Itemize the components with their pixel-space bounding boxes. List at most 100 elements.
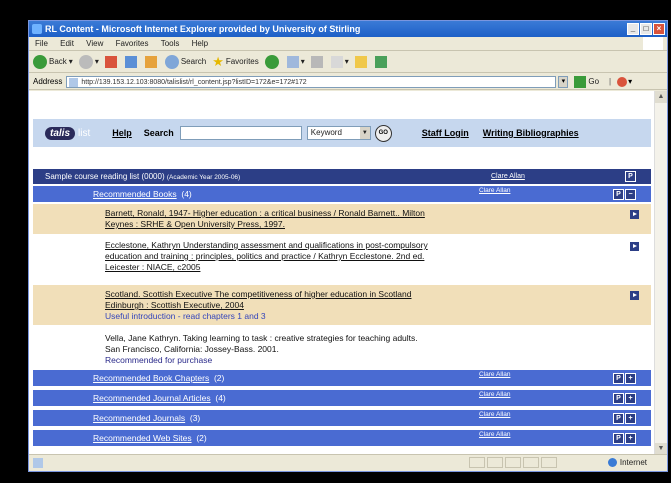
section-recommended-web-sites[interactable]: Recommended Web Sites (2) Clare Allan P … (33, 430, 651, 446)
item-citation-line: San Francisco, California: Jossey-Bass. … (105, 344, 279, 354)
menu-view[interactable]: View (86, 39, 103, 48)
page-status-icon (33, 458, 43, 468)
section-label[interactable]: Recommended Journal Articles (93, 393, 211, 403)
stop-icon (104, 55, 117, 68)
address-dropdown[interactable]: ▾ (558, 75, 569, 88)
section-count: (4) (215, 393, 226, 403)
help-link[interactable]: Help (112, 128, 132, 138)
close-button[interactable]: × (653, 23, 665, 35)
section-count: (3) (189, 413, 201, 423)
section-label[interactable]: Recommended Book Chapters (93, 373, 209, 383)
item-citation-line[interactable]: education and training : principles, pol… (105, 251, 424, 261)
menu-favorites[interactable]: Favorites (116, 39, 149, 48)
section-owner-link[interactable]: Clare Allan (479, 367, 510, 383)
minimize-button[interactable]: _ (627, 23, 639, 35)
section-owner-link[interactable]: Clare Allan (479, 407, 510, 423)
item-citation-line[interactable]: Leicester : NIACE, c2005 (105, 262, 200, 272)
section-count: (2) (213, 373, 225, 383)
section-owner-link[interactable]: Clare Allan (479, 427, 510, 443)
item-citation-line[interactable]: Edinburgh : Scottish Executive, 2004 (105, 300, 244, 310)
browser-window: RL Content - Microsoft Internet Explorer… (28, 20, 668, 472)
section-print-button[interactable]: P (613, 433, 624, 444)
section-label[interactable]: Recommended Web Sites (93, 433, 192, 443)
expand-button[interactable]: + (625, 373, 636, 384)
staff-login-link[interactable]: Staff Login (422, 128, 469, 138)
address-label: Address (33, 77, 63, 86)
item-note: Useful introduction - read chapters 1 an… (105, 311, 266, 321)
ie-icon (32, 24, 42, 34)
reading-list-header: Sample course reading list (0000) (Acade… (33, 169, 651, 184)
section-recommended-journal-articles[interactable]: Recommended Journal Articles (4) Clare A… (33, 390, 651, 406)
list-item: Ecclestone, Kathryn Understanding assess… (33, 236, 651, 276)
search-go-button[interactable]: GO (374, 124, 392, 142)
section-print-button[interactable]: P (613, 373, 624, 384)
section-print-button[interactable]: P (613, 189, 624, 200)
section-print-button[interactable]: P (613, 413, 624, 424)
search-button[interactable]: Search (164, 54, 206, 69)
section-recommended-book-chapters[interactable]: Recommended Book Chapters (2) Clare Alla… (33, 370, 651, 386)
zone-indicator: Internet (607, 455, 647, 471)
address-input[interactable]: http://139.153.12.103:8080/talislist/rl_… (66, 75, 557, 88)
forward-button[interactable]: ▾ (78, 54, 99, 69)
expand-button[interactable]: + (625, 393, 636, 404)
mail-button[interactable]: ▾ (286, 55, 305, 68)
item-citation-line[interactable]: Keynes : SRHE & Open University Press, 1… (105, 219, 285, 229)
section-count: (2) (196, 433, 207, 443)
messenger-icon (374, 55, 387, 68)
section-owner-link[interactable]: Clare Allan (479, 183, 510, 199)
list-owner-link[interactable]: Clare Allan (491, 169, 525, 184)
page-content: talis list Help Search Keyword ▼ GO Staf… (29, 91, 655, 455)
section-recommended-books[interactable]: Recommended Books (4) Clare Allan P − (33, 186, 651, 202)
maximize-button[interactable]: □ (640, 23, 652, 35)
item-citation-line[interactable]: Scotland. Scottish Executive The competi… (105, 289, 412, 299)
section-print-button[interactable]: P (613, 393, 624, 404)
stop-button[interactable] (104, 55, 119, 68)
history-button[interactable] (264, 54, 281, 69)
windows-logo-icon (643, 37, 663, 50)
status-bar: Internet (29, 454, 667, 471)
refresh-button[interactable] (124, 55, 139, 68)
scroll-up-icon[interactable]: ▲ (655, 91, 667, 103)
print-icon (310, 55, 323, 68)
list-year: (Academic Year 2005-06) (166, 174, 241, 181)
print-button[interactable] (310, 55, 325, 68)
title-bar: RL Content - Microsoft Internet Explorer… (29, 21, 667, 37)
expand-button[interactable]: + (625, 413, 636, 424)
list-item: Scotland. Scottish Executive The competi… (33, 285, 651, 325)
messenger-button[interactable] (374, 55, 389, 68)
search-type-select[interactable]: Keyword ▼ (306, 126, 371, 140)
menu-tools[interactable]: Tools (161, 39, 180, 48)
writing-bibliographies-link[interactable]: Writing Bibliographies (483, 128, 579, 138)
favorites-button[interactable]: ★ Favorites (212, 54, 259, 70)
links-icon[interactable] (617, 76, 628, 87)
menu-edit[interactable]: Edit (60, 39, 74, 48)
section-label[interactable]: Recommended Books (93, 189, 177, 199)
item-citation-line[interactable]: Ecclestone, Kathryn Understanding assess… (105, 240, 428, 250)
print-list-button[interactable]: P (625, 171, 636, 182)
item-play-icon[interactable] (630, 242, 639, 251)
item-play-icon[interactable] (630, 291, 639, 300)
talis-header: talis list Help Search Keyword ▼ GO Staf… (33, 119, 651, 147)
item-citation-line[interactable]: Barnett, Ronald, 1947- Higher education … (105, 208, 425, 218)
edit-button[interactable]: ▾ (330, 55, 349, 68)
home-button[interactable] (144, 55, 159, 68)
forward-arrow-icon (78, 54, 93, 69)
menu-file[interactable]: File (35, 39, 48, 48)
go-button[interactable]: Go (574, 75, 599, 88)
back-button[interactable]: Back ▾ (33, 54, 73, 69)
go-arrow-icon (574, 75, 587, 88)
expand-button[interactable]: + (625, 433, 636, 444)
item-play-icon[interactable] (630, 210, 639, 219)
search-input[interactable] (179, 126, 302, 140)
section-label[interactable]: Recommended Journals (93, 413, 185, 423)
section-owner-link[interactable]: Clare Allan (479, 387, 510, 403)
list-title: Sample course reading list (0000) (45, 172, 165, 181)
folder-button[interactable] (354, 55, 369, 68)
vertical-scrollbar[interactable]: ▲ ▼ (654, 91, 667, 455)
search-label: Search (143, 128, 174, 138)
search-icon (164, 54, 179, 69)
menu-help[interactable]: Help (192, 39, 208, 48)
collapse-button[interactable]: − (625, 189, 636, 200)
section-recommended-journals[interactable]: Recommended Journals (3) Clare Allan P + (33, 410, 651, 426)
window-title: RL Content - Microsoft Internet Explorer… (45, 24, 361, 34)
